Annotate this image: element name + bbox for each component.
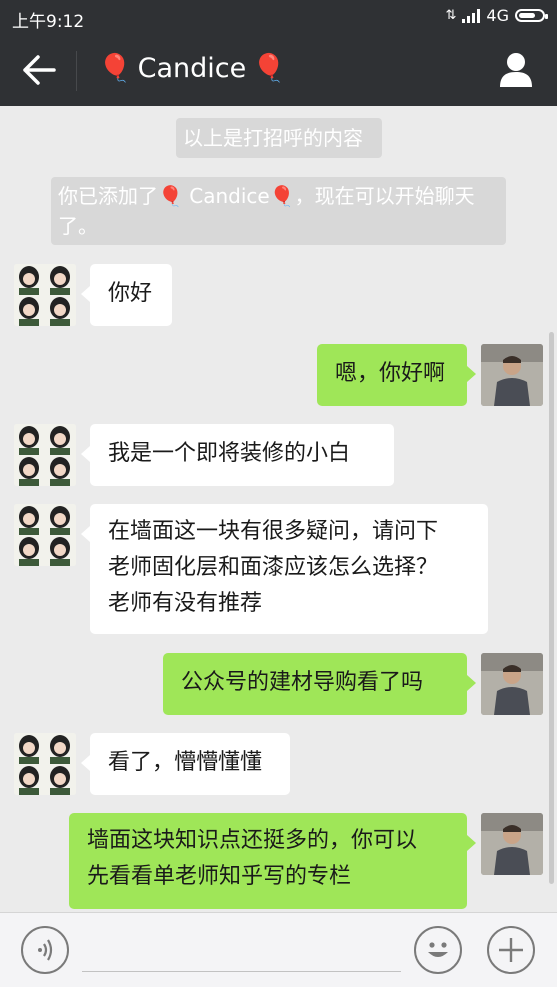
battery-icon bbox=[515, 9, 548, 22]
avatar-image bbox=[481, 344, 543, 406]
data-transfer-icon: ⇅ bbox=[445, 8, 457, 23]
signal-icon bbox=[462, 8, 481, 23]
avatar-image bbox=[14, 264, 76, 326]
status-icons: ⇅ 4G bbox=[445, 6, 548, 25]
contact-avatar[interactable] bbox=[14, 504, 76, 566]
message-line: 在墙面这一块有很多疑问，请问下 bbox=[108, 519, 439, 544]
plus-icon bbox=[499, 938, 523, 962]
status-time: 上午9:12 bbox=[12, 12, 85, 32]
chat-area[interactable]: 以上是打招呼的内容 你已添加了🎈 Candice🎈，现在可以开始聊天了。 你好 … bbox=[0, 106, 557, 912]
avatar-image bbox=[481, 813, 543, 875]
header-divider bbox=[76, 51, 77, 91]
message-line: 老师有没有推荐 bbox=[108, 591, 263, 616]
my-avatar[interactable] bbox=[481, 813, 543, 875]
chat-title: 🎈 Candice 🎈 bbox=[98, 52, 286, 85]
network-type: 4G bbox=[486, 6, 509, 25]
contact-avatar[interactable] bbox=[14, 733, 76, 795]
chat-header: 🎈 Candice 🎈 bbox=[0, 34, 557, 106]
avatar-image bbox=[481, 653, 543, 715]
more-button[interactable] bbox=[487, 926, 535, 974]
my-avatar[interactable] bbox=[481, 653, 543, 715]
emoji-button[interactable] bbox=[414, 926, 462, 974]
message-bubble-incoming[interactable]: 我是一个即将装修的小白 bbox=[81, 424, 394, 486]
my-avatar[interactable] bbox=[481, 344, 543, 406]
voice-icon bbox=[38, 939, 53, 961]
message-bubble-outgoing[interactable]: 公众号的建材导购看了吗 bbox=[163, 653, 476, 715]
message-bubble-outgoing[interactable]: 墙面这块知识点还挺多的，你可以 先看看单老师知乎写的专栏 bbox=[69, 813, 476, 909]
balloon-icon: 🎈 bbox=[98, 53, 132, 84]
input-bar bbox=[0, 912, 557, 987]
message-bubble-outgoing[interactable]: 嗯，你好啊 bbox=[317, 344, 476, 406]
contact-avatar[interactable] bbox=[14, 264, 76, 326]
voice-button[interactable] bbox=[21, 926, 69, 974]
smiley-icon bbox=[428, 942, 448, 957]
chat-scrollbar[interactable] bbox=[549, 332, 554, 884]
avatar-image bbox=[14, 424, 76, 486]
message-input[interactable] bbox=[82, 929, 401, 971]
arrow-left-icon[interactable] bbox=[22, 54, 56, 86]
user-icon[interactable] bbox=[499, 51, 533, 87]
message-line: 老师固化层和面漆应该怎么选择？ bbox=[108, 555, 439, 580]
input-underline bbox=[82, 971, 401, 972]
balloon-icon: 🎈 bbox=[252, 53, 286, 84]
message-bubble-incoming[interactable]: 你好 bbox=[81, 264, 172, 326]
message-line: 墙面这块知识点还挺多的，你可以 bbox=[87, 828, 418, 853]
message-line: 先看看单老师知乎写的专栏 bbox=[87, 864, 352, 889]
contact-name: Candice bbox=[137, 52, 247, 84]
message-bubble-incoming[interactable]: 看了，懵懵懂懂 bbox=[81, 733, 290, 795]
avatar-image bbox=[14, 733, 76, 795]
contact-avatar[interactable] bbox=[14, 424, 76, 486]
status-bar: 上午9:12 ⇅ 4G bbox=[0, 0, 557, 34]
avatar-image bbox=[14, 504, 76, 566]
system-message: 你已添加了🎈 Candice🎈，现在可以开始聊天了。 bbox=[51, 177, 506, 245]
message-bubble-incoming[interactable]: 在墙面这一块有很多疑问，请问下 老师固化层和面漆应该怎么选择？ 老师有没有推荐 bbox=[81, 504, 488, 634]
system-message: 以上是打招呼的内容 bbox=[176, 118, 382, 158]
